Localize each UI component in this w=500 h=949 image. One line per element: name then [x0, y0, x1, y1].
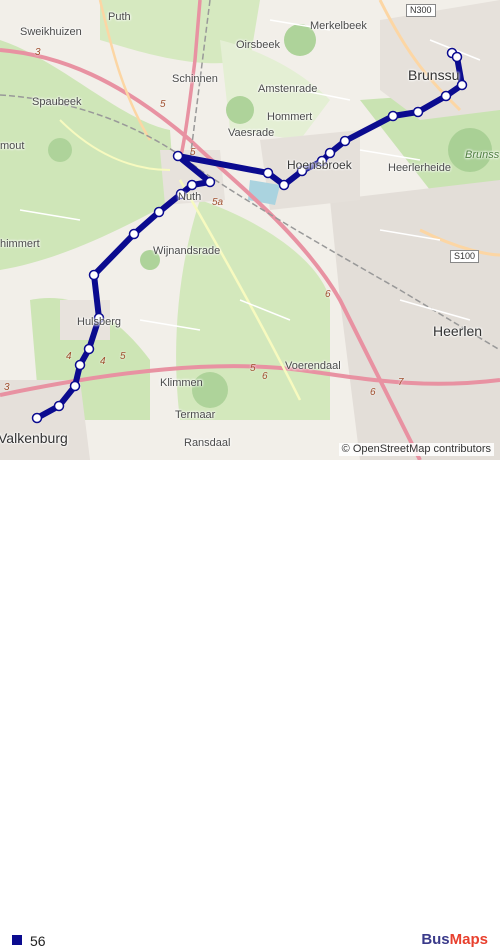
road-number: 5a — [212, 197, 224, 208]
place-label-wijnandsrade: Wijnandsrade — [153, 245, 221, 257]
map-canvas[interactable]: Puth Sweikhuizen Merkelbeek Oirsbeek Bru… — [0, 0, 500, 460]
place-label-oirsbeek: Oirsbeek — [236, 39, 281, 51]
place-label-brunssum: Brunssu — [408, 67, 460, 83]
place-label-voerendaal: Voerendaal — [285, 360, 341, 372]
place-label-valkenburg: Valkenburg — [0, 430, 68, 446]
brand-part-maps: Maps — [449, 931, 488, 948]
place-label-hulsberg: Hulsberg — [77, 316, 122, 328]
place-label-hoensbroek: Hoensbroek — [287, 158, 352, 172]
place-label-heerlen: Heerlen — [433, 323, 483, 339]
bus-stop-marker-stop-14[interactable] — [204, 176, 216, 188]
road-number: 6 — [325, 289, 331, 300]
road-number: 5 — [160, 99, 166, 110]
bus-stop-marker-stop-15[interactable] — [186, 179, 198, 191]
road-number: 6 — [262, 371, 268, 382]
road-number: 3 — [4, 382, 10, 393]
place-label-termaar: Termaar — [175, 409, 216, 421]
place-label-amstenrade: Amstenrade — [258, 83, 318, 95]
road-number: 5 — [250, 363, 256, 374]
bus-stop-marker-stop-23[interactable] — [69, 380, 81, 392]
place-label-puth: Puth — [108, 11, 131, 23]
bus-stop-marker-stop-17[interactable] — [153, 206, 165, 218]
place-label-geulle: mout — [0, 140, 25, 152]
road-number: 4 — [66, 351, 72, 362]
road-number: 5 — [120, 351, 126, 362]
footer-bar: 56 BusMaps — [0, 460, 500, 949]
road-number: 5 — [190, 147, 196, 158]
place-label-klimmen: Klimmen — [160, 377, 203, 389]
road-number: 4 — [100, 356, 106, 367]
bus-stop-marker-stop-21[interactable] — [83, 343, 95, 355]
bus-stop-marker-stop-22[interactable] — [74, 359, 86, 371]
place-label-merkelbeek: Merkelbeek — [310, 20, 367, 32]
bus-stop-marker-stop-18[interactable] — [128, 228, 140, 240]
bus-stop-marker-stop-7[interactable] — [339, 135, 351, 147]
place-label-sweikhuizen: Sweikhuizen — [20, 26, 82, 38]
busmaps-logo[interactable]: BusMaps — [421, 931, 488, 948]
bus-stop-marker-stop-8[interactable] — [324, 147, 336, 159]
bus-stop-marker-stop-6[interactable] — [387, 110, 399, 122]
road-shield-n300: N300 — [406, 4, 436, 17]
bus-stop-marker-stop-24[interactable] — [53, 400, 65, 412]
route-legend-label: 56 — [30, 933, 46, 949]
brand-part-bus: Bus — [421, 931, 450, 948]
road-number: 6 — [370, 387, 376, 398]
bus-stop-marker-stop-25[interactable] — [31, 412, 43, 424]
place-label-spaubeek: Spaubeek — [32, 96, 82, 108]
place-label-heerlerheide: Heerlerheide — [388, 162, 451, 174]
bus-stop-marker-stop-2[interactable] — [451, 51, 463, 63]
place-label-vaesrade: Vaesrade — [228, 127, 275, 139]
bus-stop-marker-stop-5[interactable] — [412, 106, 424, 118]
route-legend-swatch — [12, 935, 22, 945]
place-label-schinnen: Schinnen — [172, 73, 218, 85]
place-label-schimmert: himmert — [0, 238, 40, 250]
road-number: 7 — [398, 377, 404, 388]
bus-stop-marker-stop-11[interactable] — [278, 179, 290, 191]
place-label-ransdaal: Ransdaal — [184, 437, 231, 449]
road-number: 3 — [35, 47, 41, 58]
bus-stop-marker-stop-12[interactable] — [262, 167, 274, 179]
place-label-hommert: Hommert — [267, 111, 313, 123]
bus-stop-marker-stop-19[interactable] — [88, 269, 100, 281]
map-attribution[interactable]: © OpenStreetMap contributors — [338, 443, 494, 456]
bus-stop-marker-stop-4[interactable] — [440, 90, 452, 102]
bus-stop-marker-stop-13[interactable] — [172, 150, 184, 162]
place-label-nuth: Nuth — [178, 191, 202, 203]
road-shield-s100: S100 — [450, 250, 480, 263]
place-label-brunssummerheide: Brunss — [465, 149, 500, 161]
